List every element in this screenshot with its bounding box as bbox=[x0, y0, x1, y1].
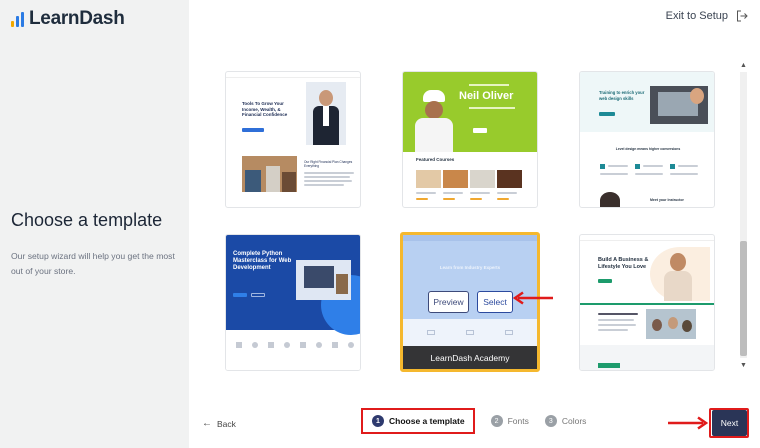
next-button[interactable]: Next bbox=[712, 410, 747, 436]
left-panel: LearnDash Choose a template Our setup wi… bbox=[0, 0, 189, 448]
setup-wizard: LearnDash Choose a template Our setup wi… bbox=[0, 0, 760, 448]
annotation-arrow-right-icon bbox=[668, 416, 709, 430]
template-headline: Learn from Industry Experts bbox=[439, 265, 501, 270]
scroll-up-arrow-icon[interactable]: ▲ bbox=[739, 61, 748, 70]
hero-banner: Neil Oliver bbox=[403, 72, 537, 152]
scroll-down-arrow-icon[interactable]: ▼ bbox=[739, 361, 748, 370]
step-number: 1 bbox=[372, 415, 384, 427]
template-section: Featured Courses bbox=[416, 157, 455, 162]
select-button[interactable]: Select bbox=[477, 291, 513, 313]
template-subhead: Level design means higher conversions bbox=[615, 147, 681, 151]
woman-image bbox=[650, 247, 710, 301]
template-headline: Training to enrich your web design skill… bbox=[599, 90, 645, 101]
template-headline: Neil Oliver bbox=[459, 90, 514, 102]
meeting-image bbox=[646, 309, 696, 339]
template-headline: Tools To Grow Your Income, Wealth, & Fin… bbox=[242, 101, 288, 117]
step-label: Colors bbox=[561, 416, 587, 426]
step-number: 3 bbox=[544, 415, 557, 427]
logo-bars-icon bbox=[11, 11, 24, 27]
exit-label: Exit to Setup bbox=[665, 10, 728, 22]
wizard-steps: 1 Choose a template 2 Fonts 3 Colors bbox=[361, 408, 602, 434]
template-subhead: Our Right Financial Plan Changes Everyth… bbox=[304, 160, 353, 168]
template-headline: Build A Business & Lifestyle You Love bbox=[598, 257, 649, 270]
logo-text: LearnDash bbox=[29, 8, 125, 29]
scrollbar-thumb[interactable] bbox=[740, 241, 747, 356]
step-choose-template[interactable]: 1 Choose a template bbox=[361, 408, 475, 434]
template-card-chef[interactable]: Neil Oliver Featured Courses bbox=[402, 71, 538, 208]
office-image bbox=[242, 156, 297, 192]
learndash-logo: LearnDash bbox=[11, 8, 125, 30]
template-card-business[interactable]: Build A Business & Lifestyle You Love bbox=[579, 234, 715, 371]
template-headline: Complete Python Masterclass for Web Deve… bbox=[233, 251, 292, 271]
step-label: Choose a template bbox=[389, 416, 465, 426]
step-label: Fonts bbox=[507, 416, 529, 426]
back-label: Back bbox=[217, 418, 236, 429]
exit-to-setup-link[interactable]: Exit to Setup bbox=[666, 10, 748, 22]
template-name: LearnDash Academy bbox=[403, 346, 537, 369]
template-card-python[interactable]: Complete Python Masterclass for Web Deve… bbox=[225, 234, 361, 371]
back-button[interactable]: ← Back bbox=[202, 418, 236, 429]
person-image bbox=[306, 82, 346, 145]
step-number: 2 bbox=[490, 415, 503, 427]
page-description: Our setup wizard will help you get the m… bbox=[11, 251, 175, 276]
template-footer-text: Meet your Instructor bbox=[650, 198, 684, 202]
step-colors[interactable]: 3 Colors bbox=[544, 415, 587, 427]
template-actions: Preview Select bbox=[428, 291, 513, 313]
page-title: Choose a template bbox=[11, 210, 163, 230]
laptop-image bbox=[650, 86, 708, 124]
step-fonts[interactable]: 2 Fonts bbox=[490, 415, 529, 427]
arrow-left-icon: ← bbox=[202, 418, 212, 429]
desk-image bbox=[296, 260, 351, 300]
preview-button[interactable]: Preview bbox=[428, 291, 469, 313]
template-cta bbox=[242, 128, 264, 132]
template-card-finance[interactable]: Tools To Grow Your Income, Wealth, & Fin… bbox=[225, 71, 361, 208]
exit-icon bbox=[737, 10, 748, 22]
template-card-web-design[interactable]: Training to enrich your web design skill… bbox=[579, 71, 715, 208]
annotation-arrow-left-icon bbox=[512, 291, 553, 305]
